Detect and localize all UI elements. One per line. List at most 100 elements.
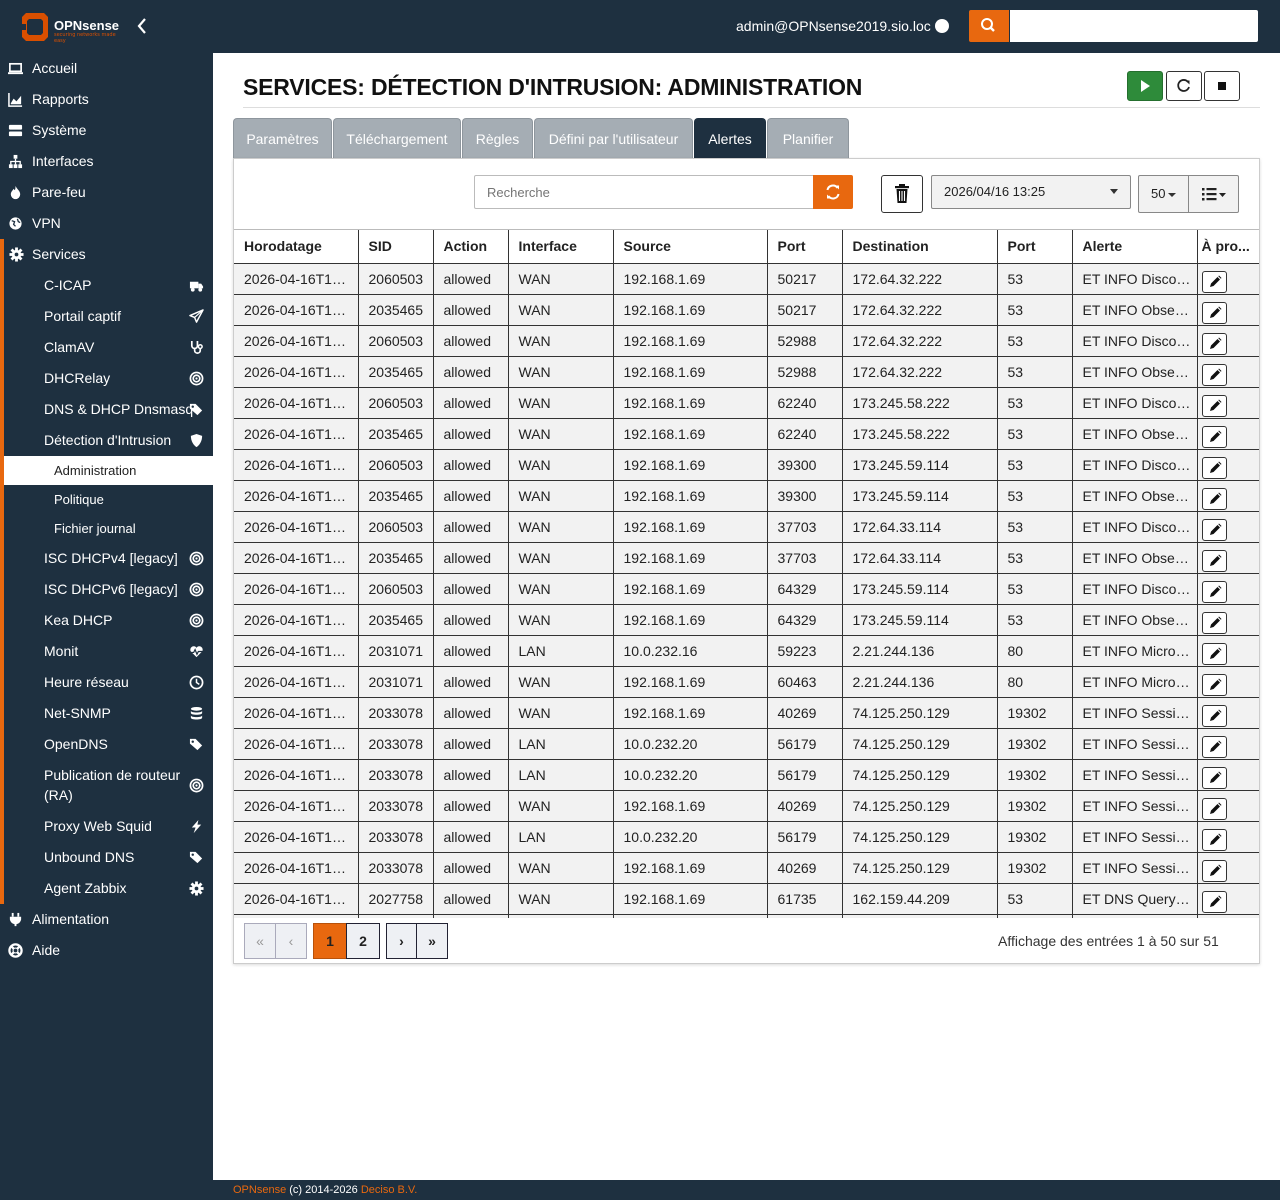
prev-page-button[interactable]: ‹ bbox=[275, 923, 307, 959]
sidebar-item-rapports[interactable]: Rapports bbox=[0, 84, 213, 115]
table-row[interactable]: 2026-04-16T13:... 2060503 allowed WAN 192.16… bbox=[234, 573, 1259, 605]
restart-service-button[interactable] bbox=[1166, 71, 1202, 101]
table-row[interactable]: 2026-04-16T13:... 2033078 allowed LAN 10.0.2… bbox=[234, 759, 1259, 791]
alerts-table-container[interactable]: Horodatage SID Action Interface Source Port De… bbox=[234, 229, 1259, 918]
sidebar-item-portail-captif[interactable]: Portail captif bbox=[4, 301, 213, 332]
edit-alert-button[interactable] bbox=[1201, 735, 1227, 758]
page-1-button[interactable]: 1 bbox=[313, 923, 347, 959]
sidebar-item-monit[interactable]: Monit bbox=[4, 636, 213, 667]
edit-alert-button[interactable] bbox=[1201, 828, 1227, 851]
rows-per-page-dropdown[interactable]: 50 bbox=[1138, 175, 1189, 213]
footer-company-link[interactable]: Deciso B.V. bbox=[361, 1184, 417, 1196]
edit-alert-button[interactable] bbox=[1201, 766, 1227, 789]
table-row[interactable]: 2026-04-16T13:... 2031071 allowed LAN 10.0.2… bbox=[234, 635, 1259, 667]
stop-service-button[interactable] bbox=[1204, 71, 1240, 101]
column-header-horodatage[interactable]: Horodatage bbox=[234, 230, 359, 264]
collapse-sidebar-chevron-left-icon[interactable] bbox=[136, 17, 148, 39]
search-input[interactable] bbox=[474, 175, 814, 209]
edit-alert-button[interactable] bbox=[1201, 611, 1227, 634]
start-service-button[interactable] bbox=[1127, 71, 1163, 101]
tab-planifier[interactable]: Planifier bbox=[767, 118, 849, 158]
table-row[interactable]: 2026-04-16T13:... 2035465 allowed WAN 192.16… bbox=[234, 604, 1259, 636]
sidebar-item-kea-dhcp[interactable]: Kea DHCP bbox=[4, 605, 213, 636]
sidebar-item-c-icap[interactable]: C-ICAP bbox=[4, 270, 213, 301]
column-header-sid[interactable]: SID bbox=[358, 230, 434, 264]
column-header-port[interactable]: Port bbox=[997, 230, 1073, 264]
edit-alert-button[interactable] bbox=[1201, 797, 1227, 820]
table-row[interactable]: 2026-04-16T13:... 2035465 allowed WAN 192.16… bbox=[234, 418, 1259, 450]
tab-telechargement[interactable]: Téléchargement bbox=[333, 118, 461, 158]
last-page-button[interactable]: » bbox=[416, 923, 448, 959]
edit-alert-button[interactable] bbox=[1201, 301, 1227, 324]
sidebar-item-heure-reseau[interactable]: Heure réseau bbox=[4, 667, 213, 698]
sidebar-subitem-administration[interactable]: Administration bbox=[4, 456, 213, 485]
table-row[interactable]: 2026-04-16T13:... 2035465 allowed WAN 192.16… bbox=[234, 542, 1259, 574]
sidebar-item-dns-dhcp-dnsmasq[interactable]: DNS & DHCP Dnsmasq bbox=[4, 394, 213, 425]
tab-defini-par-l-utilisateur[interactable]: Défini par l'utilisateur bbox=[534, 118, 693, 158]
edit-alert-button[interactable] bbox=[1201, 890, 1227, 913]
sidebar-item-accueil[interactable]: Accueil bbox=[0, 53, 213, 84]
table-row[interactable]: 2026-04-16T13:... 2033078 allowed WAN 192.16… bbox=[234, 852, 1259, 884]
sidebar-item-net-snmp[interactable]: Net-SNMP bbox=[4, 698, 213, 729]
sidebar-item-isc-dhcpv4-legacy[interactable]: ISC DHCPv4 [legacy] bbox=[4, 543, 213, 574]
column-header-interface[interactable]: Interface bbox=[508, 230, 614, 264]
sidebar-item-pare-feu[interactable]: Pare-feu bbox=[0, 177, 213, 208]
sidebar-item-services[interactable]: Services bbox=[4, 239, 213, 270]
status-dot-icon[interactable] bbox=[935, 19, 949, 33]
edit-alert-button[interactable] bbox=[1201, 363, 1227, 386]
sidebar-item-publication-de-routeur-ra[interactable]: Publication de routeur (RA) bbox=[4, 760, 213, 811]
edit-alert-button[interactable] bbox=[1201, 549, 1227, 572]
table-row[interactable]: 2026-04-16T13:... 2033078 allowed WAN 192.16… bbox=[234, 697, 1259, 729]
sidebar-subitem-fichier-journal[interactable]: Fichier journal bbox=[4, 514, 213, 543]
table-row[interactable]: 2026-04-16T13:... 2035465 allowed WAN 192.16… bbox=[234, 356, 1259, 388]
log-file-select[interactable]: 2026/04/16 13:25 bbox=[931, 175, 1131, 209]
edit-alert-button[interactable] bbox=[1201, 704, 1227, 727]
page-2-button[interactable]: 2 bbox=[346, 923, 380, 959]
table-row[interactable] bbox=[234, 914, 1259, 918]
next-page-button[interactable]: › bbox=[386, 923, 417, 959]
sidebar-item-detection-d-intrusion[interactable]: Détection d'Intrusion bbox=[4, 425, 213, 456]
column-header-action[interactable]: Action bbox=[433, 230, 509, 264]
table-row[interactable]: 2026-04-16T13:... 2033078 allowed WAN 192.16… bbox=[234, 790, 1259, 822]
opnsense-logo[interactable]: OPNsense securing networks made easy bbox=[18, 11, 128, 45]
first-page-button[interactable]: « bbox=[244, 923, 276, 959]
column-selector-dropdown[interactable] bbox=[1188, 175, 1239, 213]
edit-alert-button[interactable] bbox=[1201, 456, 1227, 479]
sidebar-item-aide[interactable]: Aide bbox=[0, 935, 213, 966]
edit-alert-button[interactable] bbox=[1201, 518, 1227, 541]
edit-alert-button[interactable] bbox=[1201, 580, 1227, 603]
edit-alert-button[interactable] bbox=[1201, 487, 1227, 510]
table-row[interactable]: 2026-04-16T13:... 2033078 allowed LAN 10.0.2… bbox=[234, 821, 1259, 853]
sidebar-item-unbound-dns[interactable]: Unbound DNS bbox=[4, 842, 213, 873]
search-button[interactable] bbox=[969, 10, 1009, 42]
tab-alertes[interactable]: Alertes bbox=[694, 118, 766, 158]
table-row[interactable]: 2026-04-16T13:... 2060503 allowed WAN 192.16… bbox=[234, 449, 1259, 481]
table-row[interactable]: 2026-04-16T13:... 2060503 allowed WAN 192.16… bbox=[234, 325, 1259, 357]
tab-regles[interactable]: Règles bbox=[462, 118, 533, 158]
sidebar-item-interfaces[interactable]: Interfaces bbox=[0, 146, 213, 177]
table-row[interactable]: 2026-04-16T13:... 2035465 allowed WAN 192.16… bbox=[234, 294, 1259, 326]
delete-alerts-button[interactable] bbox=[881, 175, 923, 213]
table-row[interactable]: 2026-04-16T13:... 2060503 allowed WAN 192.16… bbox=[234, 263, 1259, 295]
sidebar-item-clamav[interactable]: ClamAV bbox=[4, 332, 213, 363]
column-header-alerte[interactable]: Alerte bbox=[1072, 230, 1198, 264]
table-row[interactable]: 2026-04-16T13:... 2060503 allowed WAN 192.16… bbox=[234, 387, 1259, 419]
column-header-source[interactable]: Source bbox=[613, 230, 768, 264]
refresh-button[interactable] bbox=[813, 175, 853, 209]
sidebar-item-alimentation[interactable]: Alimentation bbox=[0, 904, 213, 935]
sidebar-subitem-politique[interactable]: Politique bbox=[4, 485, 213, 514]
column-header-port[interactable]: Port bbox=[767, 230, 843, 264]
edit-alert-button[interactable] bbox=[1201, 642, 1227, 665]
table-row[interactable]: 2026-04-16T13:... 2027758 allowed WAN 192.16… bbox=[234, 883, 1259, 915]
table-row[interactable]: 2026-04-16T13:... 2035465 allowed WAN 192.16… bbox=[234, 480, 1259, 512]
edit-alert-button[interactable] bbox=[1201, 394, 1227, 417]
footer-brand-link[interactable]: OPNsense bbox=[233, 1184, 286, 1196]
sidebar-item-agent-zabbix[interactable]: Agent Zabbix bbox=[4, 873, 213, 904]
sidebar-item-vpn[interactable]: VPN bbox=[0, 208, 213, 239]
table-row[interactable]: 2026-04-16T13:... 2060503 allowed WAN 192.16… bbox=[234, 511, 1259, 543]
edit-alert-button[interactable] bbox=[1201, 332, 1227, 355]
global-search-input[interactable] bbox=[1010, 10, 1258, 42]
column-header-destination[interactable]: Destination bbox=[842, 230, 998, 264]
table-row[interactable]: 2026-04-16T13:... 2031071 allowed WAN 192.16… bbox=[234, 666, 1259, 698]
sidebar-item-isc-dhcpv6-legacy[interactable]: ISC DHCPv6 [legacy] bbox=[4, 574, 213, 605]
